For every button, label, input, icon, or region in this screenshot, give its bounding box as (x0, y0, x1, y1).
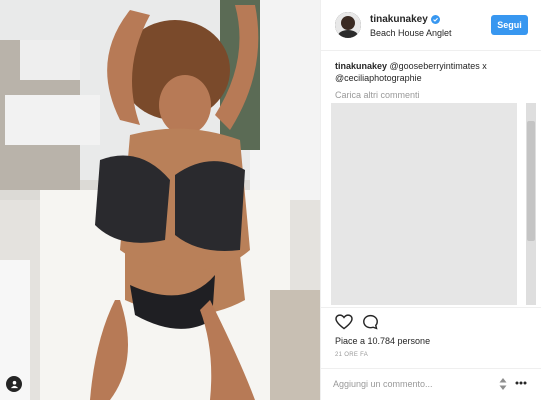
username-link[interactable]: tinakunakey (370, 14, 428, 25)
location-link[interactable]: Beach House Anglet (370, 28, 452, 38)
more-options-icon[interactable] (515, 381, 527, 385)
comments-list-placeholder (331, 103, 517, 305)
heart-icon[interactable] (335, 314, 353, 330)
scrollbar-thumb[interactable] (527, 121, 535, 241)
post-timestamp[interactable]: 21 ORE FA (335, 352, 368, 358)
likes-count[interactable]: Piace a 10.784 persone (335, 336, 430, 346)
comments-scrollbar[interactable] (526, 103, 536, 305)
caption-username[interactable]: tinakunakey (335, 61, 387, 71)
comment-input[interactable] (333, 377, 483, 391)
username-row: tinakunakey (370, 14, 440, 25)
user-tag-icon (10, 380, 18, 388)
post-actions: Piace a 10.784 persone 21 ORE FA (321, 307, 541, 368)
load-more-comments-link[interactable]: Carica altri commenti (335, 90, 420, 100)
comment-icon[interactable] (362, 314, 379, 330)
add-comment-bar (321, 368, 541, 401)
user-tag-button[interactable] (6, 376, 22, 392)
avatar[interactable] (335, 12, 361, 38)
verified-badge-icon (430, 15, 440, 24)
post-side-panel: tinakunakey Beach House Anglet Segui tin… (320, 0, 541, 400)
follow-button[interactable]: Segui (491, 15, 528, 35)
sort-arrows-icon[interactable] (498, 378, 508, 390)
comments-section: tinakunakey @gooseberryintimates x @ceci… (321, 51, 541, 305)
caption: tinakunakey @gooseberryintimates x @ceci… (335, 60, 525, 84)
post-header: tinakunakey Beach House Anglet Segui (321, 0, 541, 51)
post-photo[interactable] (0, 0, 320, 400)
